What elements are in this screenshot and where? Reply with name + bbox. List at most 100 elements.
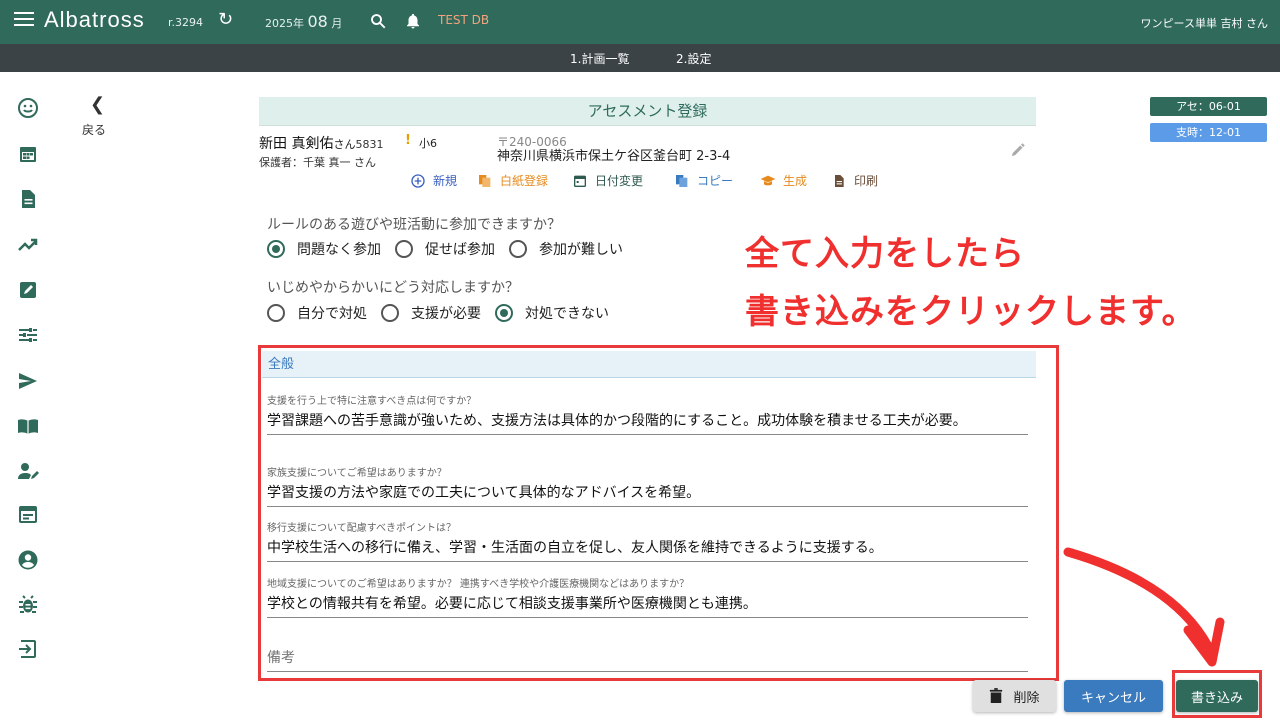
bell-icon[interactable]: [404, 11, 422, 31]
action-copy[interactable]: コピー: [674, 172, 733, 189]
person-info: 新田 真剣佑さん5831 ! 小6 保護者：千葉 真一 さん: [259, 133, 437, 170]
event-icon[interactable]: [16, 502, 40, 526]
date-year: 2025年: [265, 17, 304, 30]
action-generate[interactable]: 生成: [760, 172, 807, 189]
nav-plan-list[interactable]: 1.計画一覧: [570, 50, 629, 67]
callout-line-2: 書き込みをクリックします。: [745, 292, 1197, 332]
q2-option-1[interactable]: 自分で対処: [267, 303, 367, 323]
radio-checked-icon: [495, 304, 513, 322]
field-value[interactable]: 学習支援の方法や家庭での工夫について具体的なアドバイスを希望。: [267, 484, 1028, 506]
account-circle-icon[interactable]: [16, 548, 40, 572]
menu-icon[interactable]: [14, 12, 34, 28]
date-display[interactable]: 2025年 08 月: [265, 12, 342, 31]
trash-icon: [990, 688, 1003, 703]
action-generate-label: 生成: [783, 174, 808, 188]
smiley-icon[interactable]: [16, 96, 40, 120]
person-grade: 小6: [419, 137, 437, 150]
sidebar: [0, 72, 58, 720]
delete-button[interactable]: 削除: [973, 680, 1056, 712]
send-icon[interactable]: [16, 369, 40, 393]
document-icon: [835, 174, 844, 187]
action-change-date-label: 日付変更: [595, 174, 644, 188]
action-change-date[interactable]: 日付変更: [572, 172, 643, 189]
question-1: ルールのある遊びや班活動に参加できますか？: [267, 217, 561, 233]
field-transition-support[interactable]: 移行支援について配慮すべきポイントは？ 中学校生活への移行に備え、学習・生活面の…: [267, 519, 1028, 562]
book-icon[interactable]: [16, 414, 40, 438]
nav-settings[interactable]: 2.設定: [676, 50, 711, 67]
cancel-button[interactable]: キャンセル: [1064, 680, 1163, 712]
question-2: いじめやからかいにどう対応しますか？: [267, 280, 519, 296]
radio-unchecked-icon: [381, 304, 399, 322]
q1-option-3[interactable]: 参加が難しい: [509, 239, 623, 259]
q1-option-1[interactable]: 問題なく参加: [267, 239, 381, 259]
action-print[interactable]: 印刷: [831, 172, 878, 189]
radio-unchecked-icon: [509, 240, 527, 258]
back-button[interactable]: ❮ 戻る: [80, 94, 130, 138]
address-block: 〒240-0066 神奈川県横浜市保土ケ谷区釜台町 2-3-4: [497, 136, 731, 165]
search-icon[interactable]: [369, 12, 387, 30]
copy-icon: [676, 174, 688, 187]
section-title: 全般: [262, 351, 1036, 378]
action-blank-register[interactable]: 白紙登録: [477, 172, 548, 189]
q1-option-1-label: 問題なく参加: [297, 242, 381, 258]
tune-icon[interactable]: [16, 323, 40, 347]
calendar-icon: [574, 175, 586, 187]
user-name[interactable]: ワンピース単単 吉村 さん: [1141, 15, 1268, 31]
person-id: 5831: [355, 138, 384, 151]
field-label: 移行支援について配慮すべきポイントは？: [267, 523, 456, 534]
top-app-bar: Albatross r.3294 ↻ 2025年 08 月 TEST DB ワン…: [0, 0, 1280, 44]
radio-checked-icon: [267, 240, 285, 258]
q1-option-2-label: 促せば参加: [425, 242, 495, 258]
document-icon[interactable]: [16, 187, 40, 211]
page-title: アセスメント登録: [259, 97, 1036, 126]
guardian-name: 保護者：千葉 真一 さん: [259, 156, 376, 169]
back-label: 戻る: [82, 123, 107, 137]
radio-unchecked-icon: [267, 304, 285, 322]
q2-option-3[interactable]: 対処できない: [495, 303, 609, 323]
field-family-support[interactable]: 家族支援についてご希望はありますか？ 学習支援の方法や家庭での工夫について具体的…: [267, 464, 1028, 507]
callout-line-1: 全て入力をしたら: [745, 234, 1025, 274]
arrow-annotation: [1063, 547, 1225, 667]
user-edit-icon[interactable]: [16, 459, 40, 483]
field-value[interactable]: 学習課題への苦手意識が強いため、支援方法は具体的かつ段階的にすること。成功体験を…: [267, 412, 1028, 434]
person-name: 新田 真剣佑: [259, 136, 334, 152]
field-value[interactable]: 中学校生活への移行に備え、学習・生活面の自立を促し、友人関係を維持できるように支…: [267, 539, 1028, 561]
question-2-options: 自分で対処 支援が必要 対処できない: [267, 303, 623, 323]
app-logo: Albatross: [44, 7, 145, 32]
refresh-icon[interactable]: ↻: [218, 9, 233, 30]
logout-icon[interactable]: [16, 637, 40, 661]
field-support-notes[interactable]: 支援を行う上で特に注意すべき点は何ですか？ 学習課題への苦手意識が強いため、支援…: [267, 392, 1028, 435]
graduation-cap-icon: [760, 175, 776, 185]
support-tag[interactable]: 支時：12-01: [1150, 123, 1267, 142]
q2-option-3-label: 対処できない: [525, 306, 609, 322]
sub-navigation: 1.計画一覧 2.設定: [0, 44, 1280, 72]
q1-option-2[interactable]: 促せば参加: [395, 239, 495, 259]
copy-file-icon: [479, 174, 491, 187]
action-blank-register-label: 白紙登録: [500, 174, 549, 188]
field-label: 家族支援についてご希望はありますか？: [267, 468, 447, 479]
remark-field[interactable]: 備考: [267, 647, 1028, 672]
field-community-support[interactable]: 地域支援についてのご希望はありますか？ 連携すべき学校や介護医療機関などはありま…: [267, 575, 1028, 618]
assessment-tag[interactable]: アセ：06-01: [1150, 97, 1267, 116]
calendar-icon[interactable]: [16, 142, 40, 166]
action-new[interactable]: 新規: [410, 172, 457, 189]
edit-box-icon[interactable]: [16, 278, 40, 302]
bug-icon[interactable]: [16, 593, 40, 617]
radio-unchecked-icon: [395, 240, 413, 258]
question-1-options: 問題なく参加 促せば参加 参加が難しい: [267, 239, 637, 259]
trending-up-icon[interactable]: [16, 233, 40, 257]
q2-option-2-label: 支援が必要: [411, 306, 481, 322]
address: 神奈川県横浜市保土ケ谷区釜台町 2-3-4: [497, 149, 731, 164]
field-value[interactable]: 学校との情報共有を希望。必要に応じて相談支援事業所や医療機関とも連携。: [267, 595, 1028, 617]
plus-circle-icon: [411, 173, 425, 188]
date-month: 08: [307, 12, 328, 31]
pencil-icon[interactable]: [1009, 141, 1027, 159]
warning-icon: !: [405, 133, 411, 148]
db-label: TEST DB: [438, 13, 490, 27]
action-print-label: 印刷: [854, 174, 879, 188]
chevron-left-icon: ❮: [90, 94, 106, 115]
action-new-label: 新規: [433, 174, 458, 188]
q2-option-2[interactable]: 支援が必要: [381, 303, 481, 323]
action-copy-label: コピー: [697, 174, 734, 188]
q1-option-3-label: 参加が難しい: [539, 242, 623, 258]
